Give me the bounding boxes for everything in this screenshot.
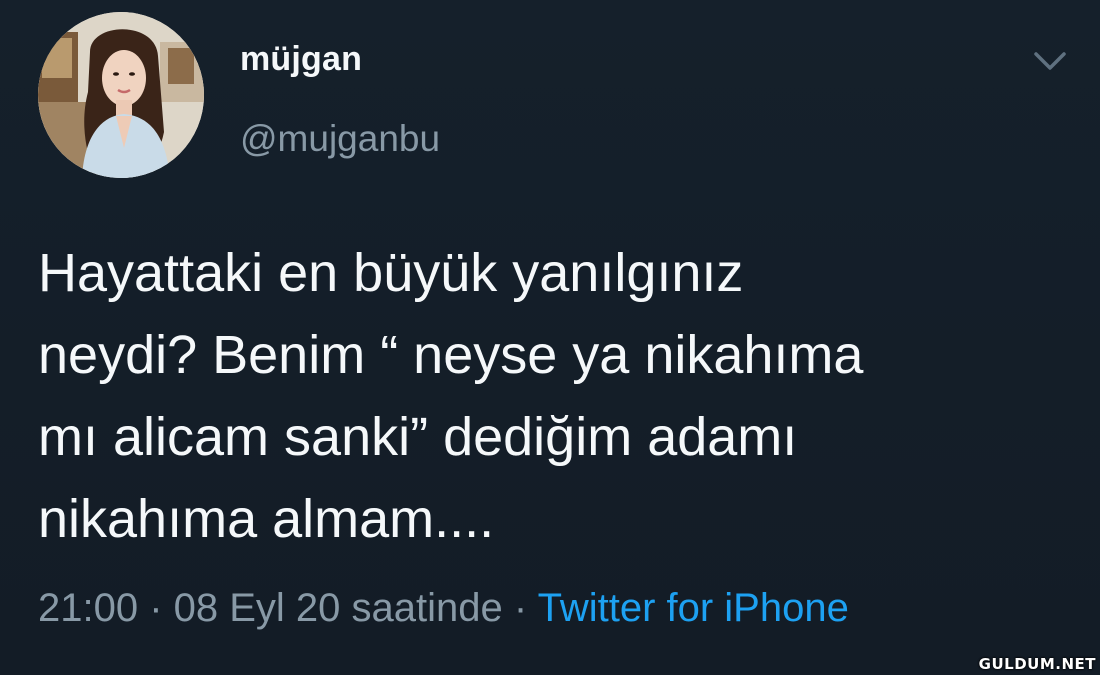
tweet-text: Hayattaki en büyük yanılgınız neydi? Ben…	[38, 243, 864, 549]
tweet-timestamp[interactable]: 21:00 · 08 Eyl 20 saatinde	[38, 586, 503, 630]
avatar-photo	[38, 12, 204, 178]
chevron-down-icon[interactable]	[1028, 44, 1072, 78]
tweet-meta: 21:00 · 08 Eyl 20 saatinde · Twitter for…	[38, 586, 849, 631]
watermark: GULDUM.NET	[978, 655, 1096, 673]
tweet-source-link[interactable]: Twitter for iPhone	[538, 586, 849, 630]
meta-separator: ·	[502, 586, 538, 630]
user-handle[interactable]: @mujganbu	[240, 118, 440, 160]
avatar[interactable]	[38, 12, 204, 178]
display-name[interactable]: müjgan	[240, 40, 362, 79]
tweet-card: müjgan @mujganbu Hayattaki en büyük yanı…	[0, 0, 1100, 675]
